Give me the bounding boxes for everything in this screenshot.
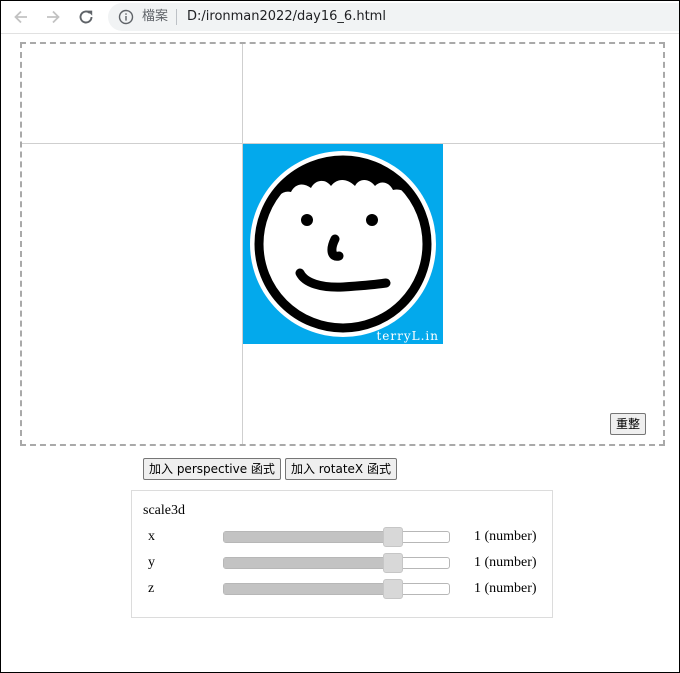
- axis-label-y: y: [148, 555, 155, 570]
- add-rotatex-button[interactable]: 加入 rotateX 函式: [284, 458, 397, 480]
- address-separator: [176, 9, 177, 25]
- browser-window: 檔案 D:/ironman2022/day16_6.html terryL.in…: [0, 0, 680, 673]
- x-slider[interactable]: [223, 527, 450, 547]
- address-bar[interactable]: 檔案 D:/ironman2022/day16_6.html: [108, 3, 679, 31]
- back-button[interactable]: [10, 6, 32, 28]
- info-icon[interactable]: [118, 9, 134, 25]
- x-slider-thumb[interactable]: [382, 527, 403, 547]
- add-perspective-button[interactable]: 加入 perspective 函式: [143, 458, 281, 480]
- y-slider-fill: [224, 558, 393, 568]
- panel-title: scale3d: [143, 503, 185, 518]
- image-watermark: terryL.in: [376, 329, 439, 343]
- function-buttons: 加入 perspective 函式 加入 rotateX 函式: [143, 458, 397, 480]
- reset-button[interactable]: 重整: [610, 413, 647, 435]
- y-slider[interactable]: [223, 553, 450, 573]
- axis-label-x: x: [148, 529, 155, 544]
- z-value: 1 (number): [474, 581, 537, 596]
- forward-button[interactable]: [42, 6, 64, 28]
- scale-row-z: z 1 (number): [132, 579, 552, 599]
- reload-button[interactable]: [75, 6, 97, 28]
- axis-label-z: z: [148, 581, 155, 596]
- smiley-face-icon: [250, 151, 436, 337]
- avatar-image: terryL.in: [243, 144, 443, 344]
- site-label: 檔案: [142, 9, 169, 24]
- z-slider[interactable]: [223, 579, 450, 599]
- arrow-right-icon: [47, 10, 60, 24]
- reload-icon: [79, 10, 93, 24]
- x-value: 1 (number): [474, 529, 537, 544]
- browser-toolbar: 檔案 D:/ironman2022/day16_6.html: [1, 1, 679, 34]
- transform-stage: terryL.in 重整: [20, 42, 665, 446]
- z-slider-thumb[interactable]: [382, 579, 403, 599]
- y-slider-thumb[interactable]: [382, 553, 403, 573]
- y-value: 1 (number): [474, 555, 537, 570]
- scale-row-x: x 1 (number): [132, 527, 552, 547]
- x-slider-fill: [224, 532, 393, 542]
- z-slider-fill: [224, 584, 393, 594]
- arrow-left-icon: [14, 10, 27, 24]
- scale-row-y: y 1 (number): [132, 553, 552, 573]
- url-text[interactable]: D:/ironman2022/day16_6.html: [187, 8, 386, 26]
- scale3d-panel: scale3d x 1 (number) y 1 (number) z 1 (n: [131, 490, 553, 618]
